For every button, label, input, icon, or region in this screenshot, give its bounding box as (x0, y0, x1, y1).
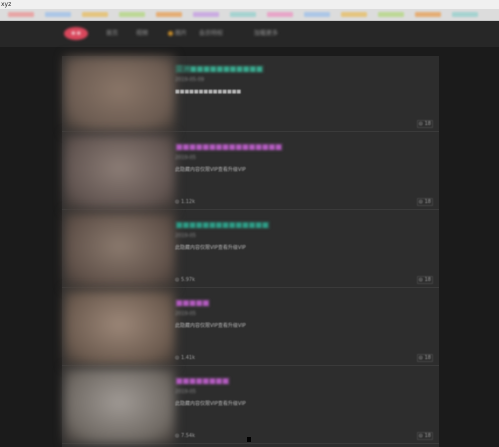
item-title[interactable]: ■■■■■ (175, 299, 211, 307)
item-title[interactable]: 亚洲■■■■■■■■■■■ (175, 65, 264, 73)
nav-item-video[interactable]: 视频 (136, 30, 148, 37)
window-title-bar: xyz (0, 0, 499, 9)
item-views: ◎ 1.41k (175, 355, 195, 361)
item-description: 此隐藏内容仅限VIP查看升级VIP (175, 401, 246, 407)
item-description: 此隐藏内容仅限VIP查看升级VIP (175, 245, 246, 251)
nav-item-images[interactable]: 图片 (168, 30, 187, 37)
item-description: 此隐藏内容仅限VIP查看升级VIP (175, 323, 246, 329)
thumbnail-image[interactable] (64, 56, 175, 132)
item-count-badge: ◎ 18 (416, 120, 433, 128)
item-description: ■■■■■■■■■■■■■■ (175, 89, 242, 95)
item-count-badge: ◎ 18 (416, 432, 433, 440)
thumbnail-image[interactable] (64, 368, 175, 444)
bookmark-item[interactable] (119, 12, 145, 17)
thumbnail-image[interactable] (64, 134, 175, 210)
bookmark-item[interactable] (452, 12, 478, 17)
bookmark-item[interactable] (193, 12, 219, 17)
item-title[interactable]: ■■■■■■■■■■■■■■ (175, 221, 270, 229)
bookmark-item[interactable] (415, 12, 441, 17)
item-count-badge: ◎ 18 (416, 276, 433, 284)
bookmark-item[interactable] (304, 12, 330, 17)
bookmark-item[interactable] (341, 12, 367, 17)
item-title[interactable]: ■■■■■■■■■■■■■■■■ (175, 143, 283, 151)
nav-item-images-label: 图片 (175, 30, 188, 37)
site-navbar: ★★ 首页 视频 图片 会员特权 加载更多 (0, 21, 499, 47)
bookmark-item[interactable] (45, 12, 71, 17)
thumbnail-image[interactable] (64, 212, 175, 288)
item-count: 18 (424, 277, 431, 283)
item-views-value: 7.54k (180, 433, 195, 439)
bookmark-item[interactable] (8, 12, 34, 17)
list-item[interactable]: ■■■■■■■■ 2019-05 此隐藏内容仅限VIP查看升级VIP ◎ 7.5… (62, 368, 439, 444)
item-title[interactable]: ■■■■■■■■ (175, 377, 230, 385)
nav-item-more[interactable]: 加载更多 (254, 30, 278, 37)
bookmark-item[interactable] (156, 12, 182, 17)
item-date: 2019-05 (175, 233, 196, 239)
item-date: 2019-05 (175, 389, 196, 395)
window-title: xyz (1, 1, 12, 8)
item-count-badge: ◎ 18 (416, 198, 433, 206)
site-logo[interactable]: ★★ (64, 27, 88, 40)
list-item[interactable]: ■■■■■■■■■■■■■■■■ 2019-05 此隐藏内容仅限VIP查看升级V… (62, 134, 439, 210)
bookmark-item[interactable] (230, 12, 256, 17)
list-item[interactable]: ■■■■■■■■■■■■■■ 2019-05 此隐藏内容仅限VIP查看升级VIP… (62, 212, 439, 288)
item-views-value: 5.97k (180, 277, 195, 283)
bookmark-item[interactable] (378, 12, 404, 17)
item-views: ◎ 1.12k (175, 199, 195, 205)
nav-item-vip[interactable]: 会员特权 (199, 30, 223, 37)
mouse-cursor-icon (247, 437, 251, 442)
nav-item-home[interactable]: 首页 (106, 30, 118, 37)
item-views-value: 1.41k (180, 355, 195, 361)
item-count-badge: ◎ 18 (416, 354, 433, 362)
list-item[interactable]: ■■■■■ 2019-05 此隐藏内容仅限VIP查看升级VIP ◎ 1.41k … (62, 290, 439, 366)
item-date: 2019-05 (175, 155, 196, 161)
item-description: 此隐藏内容仅限VIP查看升级VIP (175, 167, 246, 173)
thumbnail-image[interactable] (64, 290, 175, 366)
hot-dot-icon (168, 31, 173, 36)
item-count: 18 (424, 199, 431, 205)
item-views-value: 1.12k (180, 199, 195, 205)
bookmark-item[interactable] (267, 12, 293, 17)
item-views: ◎ 5.97k (175, 277, 195, 283)
item-views: ◎ 7.54k (175, 433, 195, 439)
list-item[interactable]: 亚洲■■■■■■■■■■■ 2019-05-09 ■■■■■■■■■■■■■■ … (62, 56, 439, 132)
item-date: 2019-05-09 (175, 77, 205, 83)
bookmark-item[interactable] (82, 12, 108, 17)
item-count: 18 (424, 355, 431, 361)
item-count: 18 (424, 121, 431, 127)
bookmarks-bar (0, 9, 499, 21)
item-date: 2019-05 (175, 311, 196, 317)
item-count: 18 (424, 433, 431, 439)
content-list-panel: 亚洲■■■■■■■■■■■ 2019-05-09 ■■■■■■■■■■■■■■ … (62, 56, 439, 447)
